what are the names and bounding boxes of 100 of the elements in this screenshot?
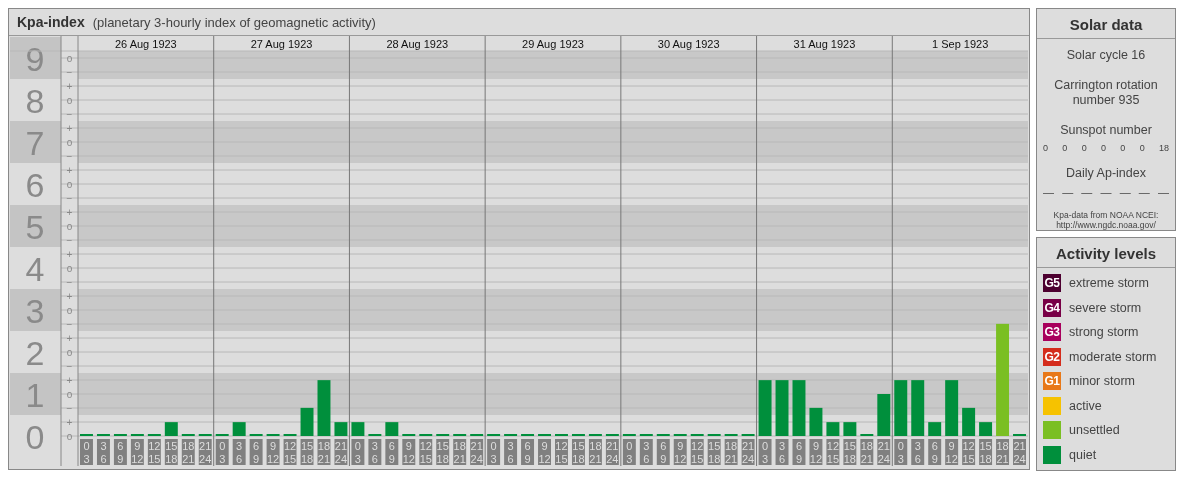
level-swatch: G2 <box>1043 347 1061 366</box>
sunspot-value: 0 <box>1062 143 1068 153</box>
hour-label: 21 24 <box>877 439 891 465</box>
hour-label: 3 6 <box>911 439 925 465</box>
solar-cycle-text: Solar cycle 16 <box>1065 48 1147 63</box>
kp-bar <box>962 407 976 436</box>
ap-index-label: Daily Ap-index <box>1065 166 1147 181</box>
y-axis-label: 0 <box>25 418 45 456</box>
level-label: unsettled <box>1069 423 1120 438</box>
hour-label: 0 3 <box>894 439 908 465</box>
y-axis-label: 3 <box>25 292 45 330</box>
chart-subtitle: (planetary 3-hourly index of geomagnetic activity) <box>92 14 376 30</box>
date-label: 1 Sep 1923 <box>932 38 989 50</box>
y-axis-label: 6 <box>25 166 45 204</box>
hour-label: 3 6 <box>775 439 789 465</box>
kp-bar <box>385 422 399 436</box>
y-axis-minor-label: o <box>66 136 73 148</box>
y-axis-minor-label: o <box>66 304 73 316</box>
hour-label: 0 3 <box>215 439 229 465</box>
y-axis-minor-label: − <box>66 192 73 204</box>
hour-label: 15 18 <box>436 439 450 465</box>
level-label: moderate storm <box>1069 349 1157 364</box>
sunspot-value: 0 <box>1139 143 1145 153</box>
hour-label: 21 24 <box>1013 439 1026 465</box>
level-swatch: G1 <box>1043 372 1061 391</box>
y-axis-minor-label: o <box>66 262 73 274</box>
y-axis-minor-label: o <box>66 430 73 442</box>
ap-index-value: — <box>1157 186 1169 198</box>
kp-bar <box>979 422 993 436</box>
level-swatch: G3 <box>1043 323 1061 342</box>
hour-label: 12 15 <box>690 439 704 465</box>
y-axis-minor-label: + <box>66 290 73 302</box>
y-axis-label: 5 <box>25 208 45 246</box>
kp-bar <box>232 422 246 436</box>
hour-label: 18 21 <box>996 439 1010 465</box>
y-axis-minor-label: + <box>66 122 73 134</box>
y-axis-minor-label: o <box>66 346 73 358</box>
y-axis-minor-label: o <box>66 388 73 400</box>
hour-label: 0 3 <box>758 439 772 465</box>
hour-label: 0 3 <box>80 439 93 465</box>
ap-index-value: — <box>1043 186 1054 198</box>
hour-label: 18 21 <box>181 439 195 465</box>
sunspot-value: 0 <box>1120 143 1126 153</box>
hour-label: 18 21 <box>588 439 602 465</box>
kp-bar <box>843 422 857 436</box>
hour-label: 12 15 <box>962 439 976 465</box>
hour-label: 21 24 <box>741 439 755 465</box>
ap-index-value: — <box>1062 186 1074 198</box>
hour-label: 12 15 <box>826 439 840 465</box>
hour-label: 6 9 <box>792 439 806 465</box>
hour-label: 3 6 <box>504 439 518 465</box>
sunspot-value: 0 <box>1101 143 1106 153</box>
hour-label: 6 9 <box>928 439 942 465</box>
y-axis-minor-label: − <box>66 402 73 414</box>
y-axis-minor-label: o <box>66 94 73 106</box>
y-axis-label: 2 <box>25 334 45 372</box>
kp-bar <box>775 380 789 436</box>
kp-bar <box>164 422 178 436</box>
ap-index-value: — <box>1119 186 1131 198</box>
y-axis-minor-label: + <box>66 416 73 428</box>
hour-label: 18 21 <box>724 439 738 465</box>
kp-bar <box>877 394 891 436</box>
date-label: 30 Aug 1923 <box>657 38 720 50</box>
level-label: minor storm <box>1069 374 1135 389</box>
hour-label: 21 24 <box>470 439 484 465</box>
sunspot-value: 18 <box>1158 143 1169 153</box>
hour-label: 21 24 <box>605 439 619 465</box>
hour-label: 15 18 <box>164 439 178 465</box>
level-swatch: G4 <box>1043 298 1061 317</box>
y-axis-minor-label: + <box>66 80 73 92</box>
y-axis-minor-label: + <box>66 248 73 260</box>
kp-bar <box>911 380 925 436</box>
level-label: severe storm <box>1069 300 1142 315</box>
y-axis-label: 7 <box>25 124 45 162</box>
sunspot-label: Sunspot number <box>1059 123 1153 138</box>
ap-index-value: — <box>1138 186 1150 198</box>
y-axis-label: 1 <box>25 376 45 414</box>
level-label: strong storm <box>1069 325 1139 340</box>
hour-label: 3 6 <box>232 439 246 465</box>
hour-label: 9 12 <box>673 439 687 465</box>
hour-label: 9 12 <box>402 439 416 465</box>
level-label: active <box>1069 398 1102 413</box>
y-axis-minor-label: + <box>66 164 73 176</box>
y-axis-minor-label: − <box>66 150 73 162</box>
y-axis-label: 9 <box>25 40 45 78</box>
y-axis-label: 4 <box>25 250 45 288</box>
kp-bar <box>945 380 959 436</box>
hour-label: 9 12 <box>130 439 144 465</box>
y-axis-label: 8 <box>25 82 45 120</box>
kp-bar <box>351 422 365 436</box>
date-label: 27 Aug 1923 <box>250 38 313 50</box>
y-axis-minor-label: o <box>66 220 73 232</box>
hour-label: 12 15 <box>419 439 433 465</box>
level-label: extreme storm <box>1069 276 1149 291</box>
y-axis-minor-label: + <box>66 332 73 344</box>
date-label: 28 Aug 1923 <box>386 38 449 50</box>
hour-label: 9 12 <box>809 439 823 465</box>
hour-label: 15 18 <box>300 439 314 465</box>
ap-index-value: — <box>1100 186 1112 198</box>
hour-label: 6 9 <box>656 439 670 465</box>
